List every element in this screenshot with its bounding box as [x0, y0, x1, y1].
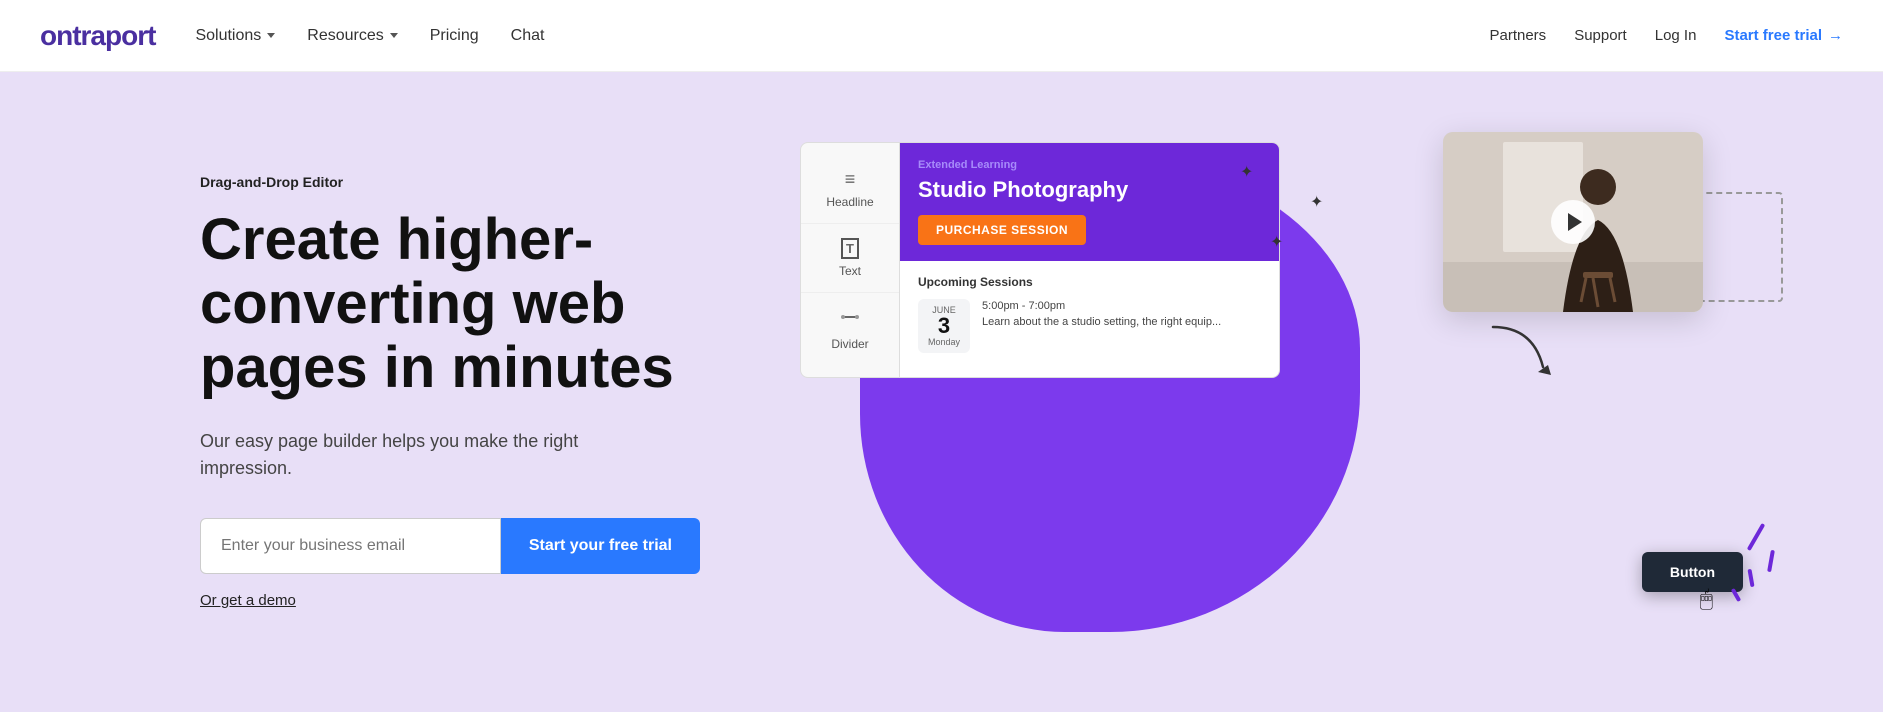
nav-partners[interactable]: Partners: [1489, 27, 1546, 44]
spike-decoration: [1747, 569, 1754, 587]
nav-resources[interactable]: Resources: [307, 27, 397, 45]
divider-icon: [840, 307, 860, 332]
nav-start-free-trial[interactable]: Start free trial →: [1724, 27, 1843, 44]
nav-support[interactable]: Support: [1574, 27, 1627, 44]
hero-section: Drag-and-Drop Editor Create higher-conve…: [0, 72, 1883, 712]
sidebar-item-divider[interactable]: Divider: [801, 293, 899, 365]
nav-right: Partners Support Log In Start free trial…: [1489, 27, 1843, 44]
email-input[interactable]: [200, 518, 501, 574]
play-icon: [1568, 213, 1582, 231]
chevron-down-icon: [390, 33, 398, 38]
hero-illustration: ✦ ✦ ✦: [800, 132, 1723, 652]
video-thumb-inner: [1443, 132, 1703, 312]
purchase-session-button[interactable]: PURCHASE SESSION: [918, 215, 1086, 245]
canvas-title: Studio Photography: [918, 177, 1261, 203]
hero-title: Create higher-converting web pages in mi…: [200, 208, 720, 399]
canvas-sessions: Upcoming Sessions June 3 Monday 5:00pm -…: [900, 261, 1279, 367]
sidebar-item-label: Text: [839, 264, 861, 278]
sidebar-item-headline[interactable]: ≡ Headline: [801, 155, 899, 224]
arrow-icon: →: [1828, 27, 1843, 44]
start-free-trial-button[interactable]: Start your free trial: [501, 518, 700, 574]
canvas-badge: Extended Learning: [918, 159, 1261, 171]
session-date: June 3 Monday: [918, 299, 970, 353]
sidebar-item-label: Divider: [831, 337, 868, 351]
chevron-down-icon: [267, 33, 275, 38]
curved-arrow-icon: [1483, 317, 1563, 377]
editor-canvas: Extended Learning Studio Photography PUR…: [900, 142, 1280, 378]
sidebar-item-text[interactable]: T Text: [801, 224, 899, 293]
canvas-header: Extended Learning Studio Photography PUR…: [900, 143, 1279, 261]
editor-sidebar: ≡ Headline T Text Divider: [800, 142, 900, 378]
text-icon: T: [841, 238, 859, 259]
nav-solutions[interactable]: Solutions: [195, 27, 275, 45]
hero-subtitle: Our easy page builder helps you make the…: [200, 428, 620, 482]
cursor-icon: 🖱: [1700, 586, 1713, 612]
sparkle-icon: ✦: [1310, 192, 1323, 212]
floating-button-element: Button: [1642, 552, 1743, 592]
video-thumbnail[interactable]: [1443, 132, 1703, 312]
sessions-heading: Upcoming Sessions: [918, 275, 1261, 289]
session-row: June 3 Monday 5:00pm - 7:00pm Learn abou…: [918, 299, 1261, 353]
editor-mock: ≡ Headline T Text Divider Exte: [800, 142, 1280, 378]
spike-decoration: [1747, 523, 1765, 551]
session-dow: Monday: [928, 337, 960, 347]
session-time: 5:00pm - 7:00pm: [982, 299, 1221, 314]
headline-icon: ≡: [845, 169, 856, 190]
hero-tag: Drag-and-Drop Editor: [200, 174, 720, 190]
session-day: 3: [928, 315, 960, 337]
nav-chat[interactable]: Chat: [511, 27, 545, 45]
hero-form: Start your free trial: [200, 518, 700, 574]
arrow-decoration: [1483, 317, 1563, 382]
sparkle-icon: ✦: [1270, 232, 1283, 252]
hero-content: Drag-and-Drop Editor Create higher-conve…: [200, 174, 720, 609]
logo[interactable]: ontraport: [40, 20, 155, 52]
session-description: Learn about the a studio setting, the ri…: [982, 315, 1221, 330]
get-demo-link[interactable]: Or get a demo: [200, 592, 296, 609]
spike-decoration: [1767, 550, 1775, 572]
nav-links: Solutions Resources Pricing Chat: [195, 27, 1489, 45]
sparkle-icon: ✦: [1240, 162, 1253, 182]
nav-pricing[interactable]: Pricing: [430, 27, 479, 45]
navbar: ontraport Solutions Resources Pricing Ch…: [0, 0, 1883, 72]
play-button[interactable]: [1551, 200, 1595, 244]
sidebar-item-label: Headline: [826, 195, 873, 209]
session-info: 5:00pm - 7:00pm Learn about the a studio…: [982, 299, 1221, 330]
nav-login[interactable]: Log In: [1655, 27, 1697, 44]
